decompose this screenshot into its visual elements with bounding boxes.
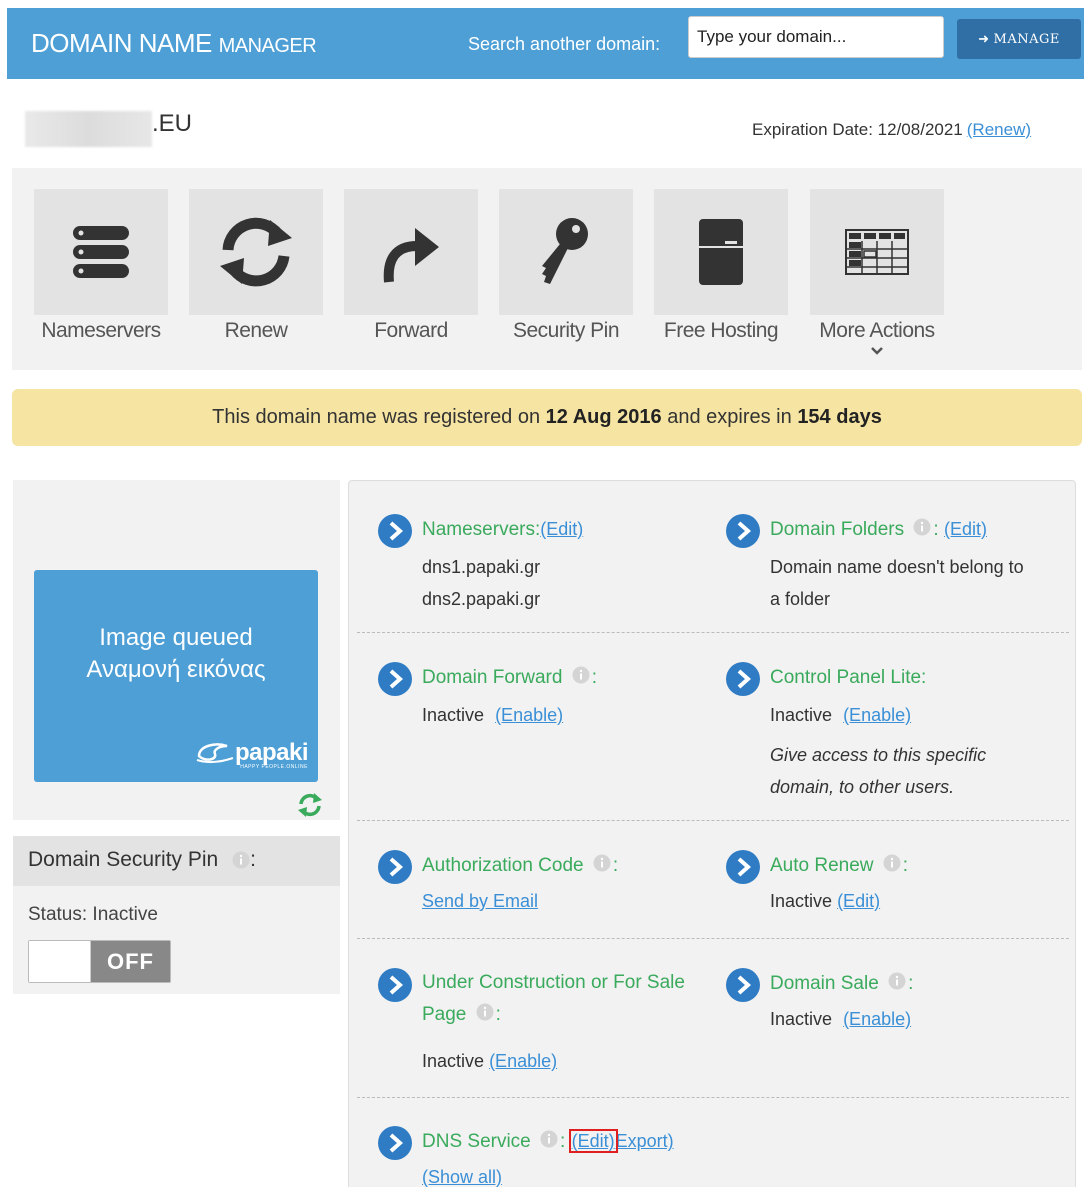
chevron-circle-icon	[726, 968, 760, 1002]
chevron-circle-icon	[378, 968, 412, 1002]
expiration-date: Expiration Date: 12/08/2021 (Renew)	[752, 120, 1032, 139]
domain-details-panel: Nameservers:(Edit) dns1.papaki.gr dns2.p…	[348, 480, 1076, 1187]
info-icon[interactable]	[883, 854, 901, 872]
chevron-circle-icon	[378, 850, 412, 884]
chevron-circle-icon	[378, 514, 412, 548]
domain-tld: .EU	[152, 110, 193, 137]
construction-enable-link[interactable]: (Enable)	[489, 1051, 557, 1071]
divider	[357, 632, 1069, 633]
action-free-hosting[interactable]: Free Hosting	[654, 189, 788, 343]
sale-enable-link[interactable]: (Enable)	[843, 1009, 911, 1029]
server-icon	[73, 226, 129, 278]
chevron-circle-icon	[378, 1126, 412, 1160]
info-icon[interactable]	[476, 1003, 494, 1021]
folders-edit-link[interactable]: (Edit)	[944, 519, 987, 539]
security-pin-title: Domain Security Pin :	[13, 836, 340, 886]
grid-icon	[845, 229, 909, 275]
security-pin-panel: Domain Security Pin : Status: Inactive O…	[13, 836, 340, 994]
security-pin-toggle[interactable]: OFF	[28, 940, 171, 983]
security-pin-status: Status: Inactive	[28, 904, 158, 925]
refresh-icon	[220, 217, 292, 287]
divider	[357, 938, 1069, 939]
info-icon[interactable]	[572, 666, 590, 684]
manage-button[interactable]: ➜ MANAGE	[957, 19, 1081, 59]
refresh-preview-icon[interactable]	[297, 792, 323, 823]
info-icon[interactable]	[888, 972, 906, 990]
chevron-circle-icon	[726, 662, 760, 696]
info-icon[interactable]	[913, 518, 931, 536]
search-label: Search another domain:	[468, 34, 661, 54]
chevron-circle-icon	[726, 514, 760, 548]
action-more-actions[interactable]: More Actions	[810, 189, 944, 359]
chevron-circle-icon	[378, 662, 412, 696]
info-icon[interactable]	[232, 851, 250, 869]
action-forward[interactable]: Forward	[344, 189, 478, 343]
info-icon[interactable]	[540, 1130, 558, 1148]
info-icon[interactable]	[593, 854, 611, 872]
top-bar: DOMAIN NAME MANAGER Search another domai…	[7, 8, 1084, 79]
dns-export-link[interactable]: Export)	[616, 1131, 674, 1151]
nameservers-edit-link[interactable]: (Edit)	[540, 519, 583, 539]
arrow-right-icon: ➜	[978, 31, 990, 47]
papaki-logo: papaki HAPPY PEOPLE.ONLINE	[195, 738, 309, 770]
brand-title: DOMAIN NAME MANAGER	[31, 28, 317, 58]
renew-link[interactable]: (Renew)	[967, 120, 1031, 139]
action-toolbar: Nameservers Renew Forward Security Pin F…	[12, 168, 1082, 370]
action-nameservers[interactable]: Nameservers	[34, 189, 168, 343]
forward-enable-link[interactable]: (Enable)	[495, 705, 563, 725]
chevron-down-icon	[810, 343, 944, 359]
send-by-email-link[interactable]: Send by Email	[422, 891, 538, 911]
domain-search-input[interactable]	[688, 16, 944, 58]
forward-arrow-icon	[383, 228, 439, 283]
action-security-pin[interactable]: Security Pin	[499, 189, 633, 343]
divider	[357, 1097, 1069, 1098]
action-renew[interactable]: Renew	[189, 189, 323, 343]
cpanel-enable-link[interactable]: (Enable)	[843, 705, 911, 725]
divider	[357, 820, 1069, 821]
dns-show-all-link[interactable]: (Show all)	[422, 1167, 502, 1187]
site-preview-image: Image queued Αναμονή εικόνας papaki HAPP…	[34, 570, 318, 782]
key-icon	[542, 218, 588, 284]
duck-logo-icon	[196, 743, 234, 764]
blurred-domain-name	[25, 111, 152, 147]
registration-notice: This domain name was registered on 12 Au…	[12, 389, 1082, 446]
hosting-box-icon	[699, 219, 743, 285]
chevron-circle-icon	[726, 850, 760, 884]
preview-panel: Image queued Αναμονή εικόνας papaki HAPP…	[13, 480, 340, 820]
auto-renew-edit-link[interactable]: (Edit)	[837, 891, 880, 911]
dns-edit-link[interactable]: (Edit)	[568, 1129, 618, 1153]
